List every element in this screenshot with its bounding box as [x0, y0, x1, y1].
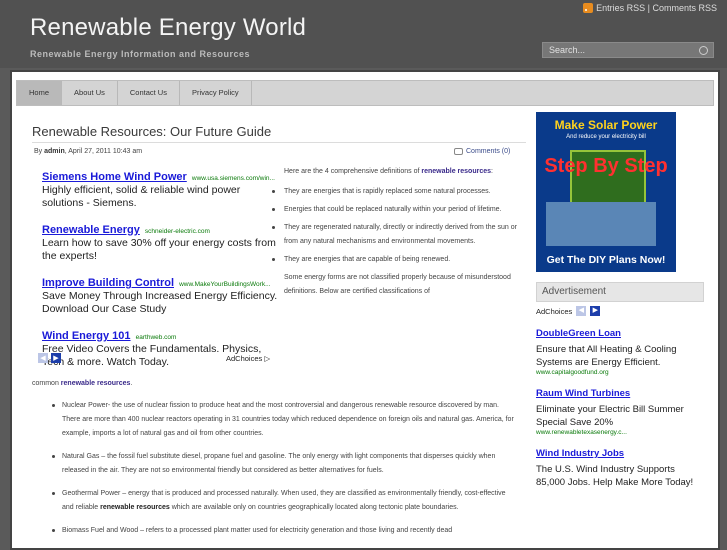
nav-contact-us[interactable]: Contact Us [118, 81, 180, 105]
keyword-link[interactable]: renewable resources [61, 380, 131, 387]
nav-home[interactable]: Home [17, 81, 63, 105]
comment-icon [454, 148, 463, 155]
sidebar-ad-pager: AdChoices ◀ ▶ [536, 306, 708, 316]
definitions-intro: Here are the 4 comprehensive definitions… [284, 165, 517, 179]
post-title[interactable]: Renewable Resources: Our Future Guide [32, 124, 271, 139]
definitions-list: They are energies that is rapidly replac… [272, 185, 517, 267]
classification-list: Nuclear Power- the use of nuclear fissio… [32, 399, 516, 538]
next-arrow-icon[interactable]: ▶ [590, 306, 601, 316]
intro-colon: : [491, 168, 493, 175]
adchoices-label[interactable]: AdChoices [536, 307, 572, 316]
ad-description: Learn how to save 30% off your energy co… [42, 237, 276, 262]
prev-arrow-icon[interactable]: ◀ [38, 353, 48, 363]
ad-title[interactable]: Wind Energy 101 [42, 330, 131, 342]
ad-title[interactable]: Siemens Home Wind Power [42, 171, 187, 183]
rss-links[interactable]: Entries RSS | Comments RSS [583, 3, 717, 13]
search-icon[interactable] [699, 46, 708, 55]
intro-text: Here are the 4 comprehensive definitions… [284, 168, 422, 175]
comments-link[interactable]: Comments (0) [454, 148, 510, 155]
adchoices-link[interactable]: AdChoices ▷ [226, 354, 270, 363]
advertisement-heading: Advertisement [536, 282, 704, 302]
next-arrow-icon[interactable]: ▶ [51, 353, 61, 363]
post-meta: By admin, April 27, 2011 10:43 am [34, 148, 142, 155]
list-item: Geothermal Power – energy that is produc… [32, 487, 516, 515]
post-date: , April 27, 2011 10:43 am [64, 148, 143, 155]
banner-cta: Get The DIY Plans Now! [546, 254, 666, 266]
sidebar-ad-title[interactable]: DoubleGreen Loan [536, 328, 704, 339]
sidebar-ad-url[interactable]: www.capitalgoodfund.org [536, 369, 704, 376]
sidebar-ad-title[interactable]: Raum Wind Turbines [536, 388, 704, 399]
classification-paragraph: Some energy forms are not classified pro… [284, 274, 511, 295]
item-text: Natural Gas – the fossil fuel substitute… [62, 453, 496, 474]
site-title[interactable]: Renewable Energy World [30, 14, 306, 42]
site-tagline: Renewable Energy Information and Resourc… [30, 49, 251, 59]
house-graphic [546, 202, 656, 246]
lead-text: common [32, 380, 61, 387]
ad-url[interactable]: schneider-electric.com [145, 228, 210, 235]
sidebar-ad[interactable]: Wind Industry Jobs The U.S. Wind Industr… [536, 448, 704, 489]
post-text-body: common renewable resources. Nuclear Powe… [32, 377, 516, 547]
ad-title[interactable]: Renewable Energy [42, 224, 140, 236]
ad-unit[interactable]: Improve Building Control www.MakeYourBui… [42, 271, 278, 316]
adchoices-label[interactable]: AdChoices [226, 354, 262, 363]
ad-pager: ◀ ▶ [38, 353, 61, 363]
lead-period: . [130, 380, 133, 387]
keyword-link[interactable]: renewable resources [421, 168, 491, 175]
ad-title[interactable]: Improve Building Control [42, 277, 174, 289]
ad-url[interactable]: earthweb.com [136, 334, 177, 341]
banner-step-text: Step By Step [544, 155, 668, 177]
ad-url[interactable]: www.usa.siemens.com/win... [192, 175, 275, 182]
item-text: which are available only on countries ge… [169, 504, 459, 511]
ad-description: Save Money Through Increased Energy Effi… [42, 290, 278, 315]
list-item: They are energies that is rapidly replac… [272, 185, 517, 199]
rss-links-label[interactable]: Entries RSS | Comments RSS [596, 3, 717, 13]
sidebar: Make Solar Power And reduce your electri… [536, 112, 708, 489]
comments-label[interactable]: Comments (0) [466, 148, 510, 155]
ad-url[interactable]: www.MakeYourBuildingsWork... [179, 281, 270, 288]
sidebar-ad-description: The U.S. Wind Industry Supports 85,000 J… [536, 464, 694, 488]
sidebar-ad[interactable]: DoubleGreen Loan Ensure that All Heating… [536, 328, 704, 376]
header-bar: Renewable Energy World Renewable Energy … [0, 0, 727, 68]
ad-unit[interactable]: Siemens Home Wind Power www.usa.siemens.… [42, 165, 278, 210]
rss-icon [583, 3, 594, 13]
sidebar-ad-description: Eliminate your Electric Bill Summer Spec… [536, 404, 684, 428]
list-item: Nuclear Power- the use of nuclear fissio… [32, 399, 516, 441]
banner-headline: Make Solar Power [554, 118, 658, 132]
sidebar-ad-description: Ensure that All Heating & Cooling System… [536, 344, 677, 368]
list-item: They are regenerated naturally, directly… [272, 221, 517, 249]
prev-arrow-icon[interactable]: ◀ [576, 306, 587, 316]
item-text: Nuclear Power- the use of nuclear fissio… [62, 402, 514, 437]
sidebar-ad-title[interactable]: Wind Industry Jobs [536, 448, 704, 459]
content-wrapper: Home About Us Contact Us Privacy Policy … [10, 70, 720, 550]
list-item: They are energies that are capable of be… [272, 253, 517, 267]
banner-subline: And reduce your electricity bill [566, 134, 646, 140]
keyword-link[interactable]: renewable resources [100, 504, 170, 511]
ad-block: Siemens Home Wind Power www.usa.siemens.… [42, 165, 278, 377]
list-item: Energies that could be replaced naturall… [272, 203, 517, 217]
list-item: Natural Gas – the fossil fuel substitute… [32, 450, 516, 478]
ad-unit[interactable]: Renewable Energy schneider-electric.com … [42, 218, 278, 263]
meta-by: By [34, 148, 43, 155]
main-nav: Home About Us Contact Us Privacy Policy [16, 80, 714, 106]
adchoices-icon: ▷ [264, 354, 271, 363]
nav-about-us[interactable]: About Us [62, 81, 118, 105]
list-item: Biomass Fuel and Wood – refers to a proc… [32, 524, 516, 538]
classification-lead: common renewable resources. [32, 377, 516, 391]
sidebar-ad[interactable]: Raum Wind Turbines Eliminate your Electr… [536, 388, 704, 436]
post-text-right: Here are the 4 comprehensive definitions… [272, 165, 517, 305]
title-divider [32, 142, 526, 143]
sidebar-ad-url[interactable]: www.renewabletexasenergy.c... [536, 429, 704, 436]
solar-banner-ad[interactable]: Make Solar Power And reduce your electri… [536, 112, 676, 272]
item-text: Biomass Fuel and Wood – refers to a proc… [62, 527, 453, 534]
search-input[interactable]: Search... [542, 42, 714, 58]
ad-description: Highly efficient, solid & reliable wind … [42, 184, 241, 209]
nav-privacy-policy[interactable]: Privacy Policy [180, 81, 252, 105]
post-author[interactable]: admin [44, 148, 65, 155]
search-placeholder: Search... [549, 45, 586, 55]
